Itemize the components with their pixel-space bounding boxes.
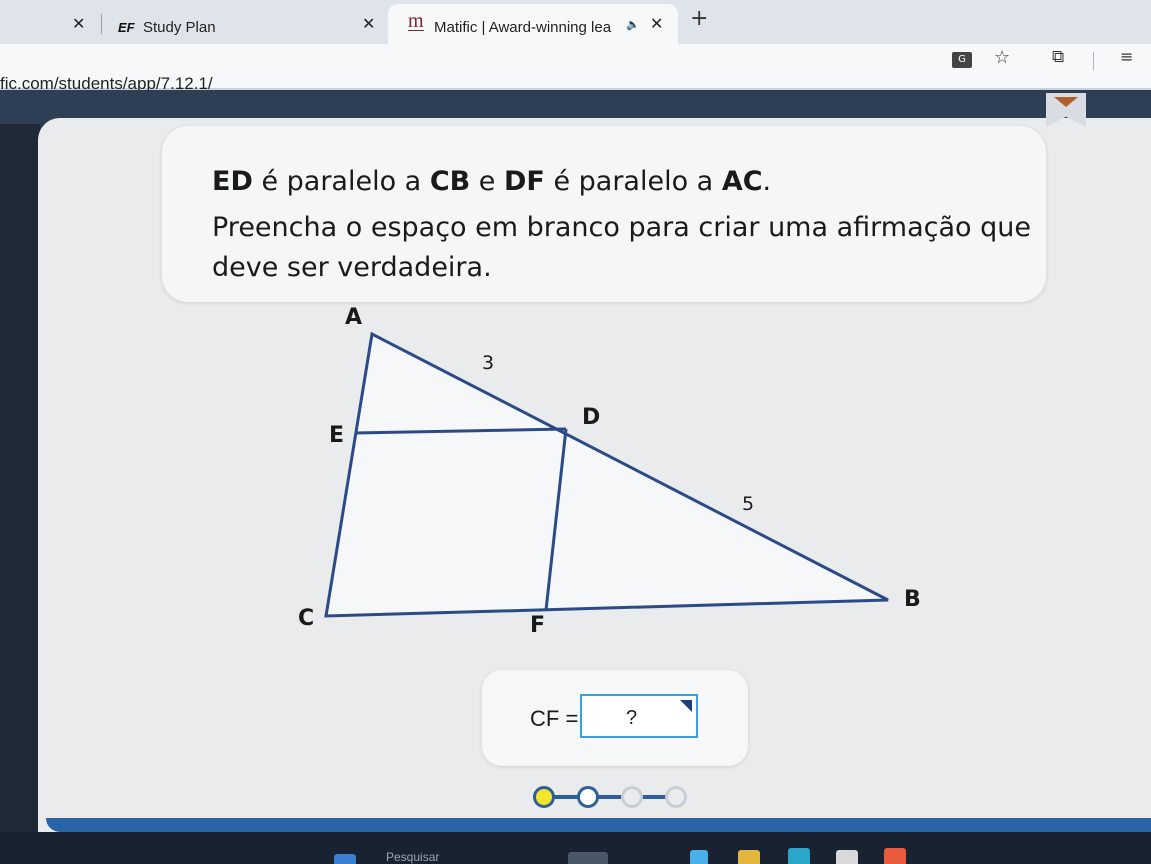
panel-bottom-accent (46, 818, 1151, 832)
question-line-3: deve ser verdadeira. (212, 252, 492, 283)
reading-list-icon[interactable]: ≡ (1120, 47, 1133, 66)
text: . (762, 166, 772, 197)
toolbar-separator (1093, 52, 1094, 70)
answer-placeholder: ? (626, 707, 638, 729)
extensions-icon[interactable]: ⧉ (1052, 47, 1064, 67)
browser-toolbar: fic.com/students/app/7.12.1/ G ☆ ⧉ ≡ (0, 44, 1151, 93)
close-tab-icon[interactable]: ✕ (72, 14, 85, 33)
app-icon[interactable] (690, 850, 708, 864)
answer-dropdown[interactable]: ? (580, 694, 698, 738)
progress-track (551, 795, 683, 799)
answer-card: CF = ? (482, 670, 748, 766)
new-tab-plus-icon[interactable]: + (690, 6, 708, 31)
matific-logo-icon: m (408, 10, 424, 32)
widgets-icon[interactable] (334, 854, 356, 864)
progress-dot (533, 786, 555, 808)
taskbar-search[interactable]: Pesquisar (386, 850, 439, 864)
store-icon[interactable] (836, 850, 858, 864)
taskbar: Pesquisar (0, 832, 1151, 864)
tab-title: Study Plan (143, 19, 216, 36)
text: é paralelo a (252, 166, 430, 197)
segment-cb: CB (429, 166, 471, 197)
question-line-1: ED é paralelo a CB e DF é paralelo a AC. (212, 166, 771, 197)
question-line-2: Preencha o espaço em branco para criar u… (212, 212, 1031, 243)
file-explorer-icon[interactable] (738, 850, 760, 864)
edge-browser-icon[interactable] (788, 848, 810, 864)
progress-dot (577, 786, 599, 808)
question-card: ED é paralelo a CB e DF é paralelo a AC.… (162, 126, 1046, 302)
segment-ac: AC (721, 166, 763, 197)
browser-tab-bar: ✕ EF Study Plan ✕ m Matific | Award-winn… (0, 0, 1151, 44)
cf-equation-label: CF = (530, 706, 579, 731)
progress-dot (665, 786, 687, 808)
tab-matific[interactable]: m Matific | Award-winning lea 🔈 ✕ (388, 4, 678, 44)
speaker-icon[interactable]: 🔈 (626, 18, 640, 31)
text: é paralelo a (544, 166, 722, 197)
dropdown-corner-icon (680, 700, 692, 712)
star-icon[interactable]: ☆ (994, 47, 1010, 68)
segment-df: DF (504, 166, 545, 197)
tab-title: Matific | Award-winning lea (434, 19, 612, 36)
segment-ed: ED (212, 166, 253, 197)
task-view-icon[interactable] (568, 852, 608, 864)
tab-separator (101, 14, 102, 34)
translate-icon[interactable]: G (952, 52, 972, 68)
progress-dot (621, 786, 643, 808)
text: e (470, 166, 504, 197)
progress-indicator (533, 782, 703, 812)
close-tab-icon[interactable]: ✕ (650, 14, 663, 33)
ef-logo-icon: EF (118, 20, 135, 35)
close-tab-icon[interactable]: ✕ (362, 14, 375, 33)
left-dark-strip (0, 124, 40, 864)
chrome-icon[interactable] (884, 848, 906, 864)
